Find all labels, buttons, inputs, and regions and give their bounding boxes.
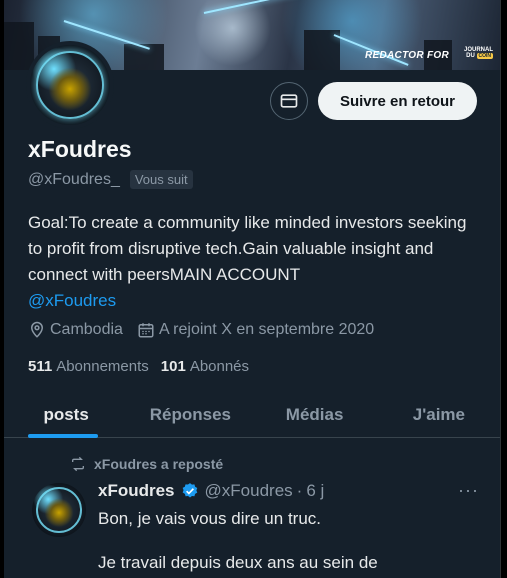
tab-posts[interactable]: posts — [4, 392, 128, 438]
repost-icon — [72, 456, 84, 472]
post-body: Bon, je vais vous dire un truc. Je trava… — [98, 508, 478, 578]
followers-label: Abonnés — [189, 358, 250, 375]
post-separator: · — [296, 481, 303, 500]
bio-mention-link[interactable]: @xFoudres — [28, 288, 478, 314]
profile-handle: @xFoudres_ — [28, 170, 120, 188]
verified-badge-icon — [181, 482, 199, 500]
profile-name: xFoudres — [28, 136, 132, 162]
banner-building — [4, 22, 34, 70]
calendar-icon — [138, 323, 154, 338]
followers-count: 101 — [160, 358, 186, 375]
repost-label: xFoudres a reposté — [94, 456, 224, 472]
tab-media[interactable]: Médias — [253, 392, 377, 437]
post-author-name[interactable]: xFoudres — [98, 481, 175, 501]
profile-page: REDACTOR FOR JOURNAL DU COIN Suivre en r… — [4, 0, 501, 578]
joined-item: A rejoint X en septembre 2020 — [137, 321, 374, 339]
post-more-button[interactable]: ··· — [458, 480, 479, 501]
profile-meta: Cambodia A rejoint X en septembre 2020 — [28, 321, 388, 339]
post-author-handle[interactable]: @xFoudres — [205, 481, 293, 501]
location-pin-icon — [30, 321, 44, 338]
post-author-avatar[interactable] — [32, 483, 86, 537]
tab-label: J'aime — [412, 404, 465, 424]
banner-caption: REDACTOR FOR — [365, 50, 449, 61]
post-timestamp[interactable]: 6 j — [306, 481, 324, 501]
tab-likes[interactable]: J'aime — [377, 392, 500, 437]
bio-text: Goal:To create a community like minded i… — [28, 213, 467, 284]
location-item: Cambodia — [28, 321, 123, 339]
post-header: xFoudres @xFoudres · 6 j — [98, 481, 324, 501]
following-link[interactable]: 511 Abonnements — [28, 358, 149, 375]
active-tab-indicator — [28, 434, 98, 438]
followers-link[interactable]: 101 Abonnés — [161, 358, 249, 375]
follows-you-badge: Vous suit — [129, 170, 193, 189]
profile-avatar[interactable] — [26, 41, 114, 129]
post-text-line: Je travail depuis deux ans au sein de — [98, 553, 378, 572]
tab-label: Médias — [285, 404, 344, 424]
profile-tabs: posts Réponses Médias J'aime — [4, 392, 500, 438]
joined-text: A rejoint X en septembre 2020 — [158, 321, 375, 338]
message-button[interactable] — [270, 82, 308, 120]
banner-lightning — [203, 0, 312, 14]
post-text-line: Bon, je vais vous dire un truc. — [98, 509, 322, 528]
handle-row: @xFoudres_ Vous suit — [28, 170, 193, 189]
repost-indicator[interactable]: xFoudres a reposté — [70, 456, 223, 472]
following-count: 511 — [28, 358, 53, 375]
logo-coin-badge: COIN — [476, 53, 493, 59]
following-label: Abonnements — [56, 358, 149, 375]
envelope-icon — [280, 94, 298, 108]
follow-stats: 511 Abonnements 101 Abonnés — [28, 358, 261, 375]
follow-back-button[interactable]: Suivre en retour — [318, 82, 477, 120]
journal-du-coin-logo: JOURNAL DU COIN — [455, 47, 493, 65]
location-text: Cambodia — [50, 321, 123, 338]
tab-replies[interactable]: Réponses — [128, 392, 252, 437]
logo-text-mid: DU — [466, 53, 475, 59]
tab-label: posts — [43, 404, 89, 424]
tab-label: Réponses — [149, 404, 231, 424]
profile-bio: Goal:To create a community like minded i… — [28, 210, 478, 314]
